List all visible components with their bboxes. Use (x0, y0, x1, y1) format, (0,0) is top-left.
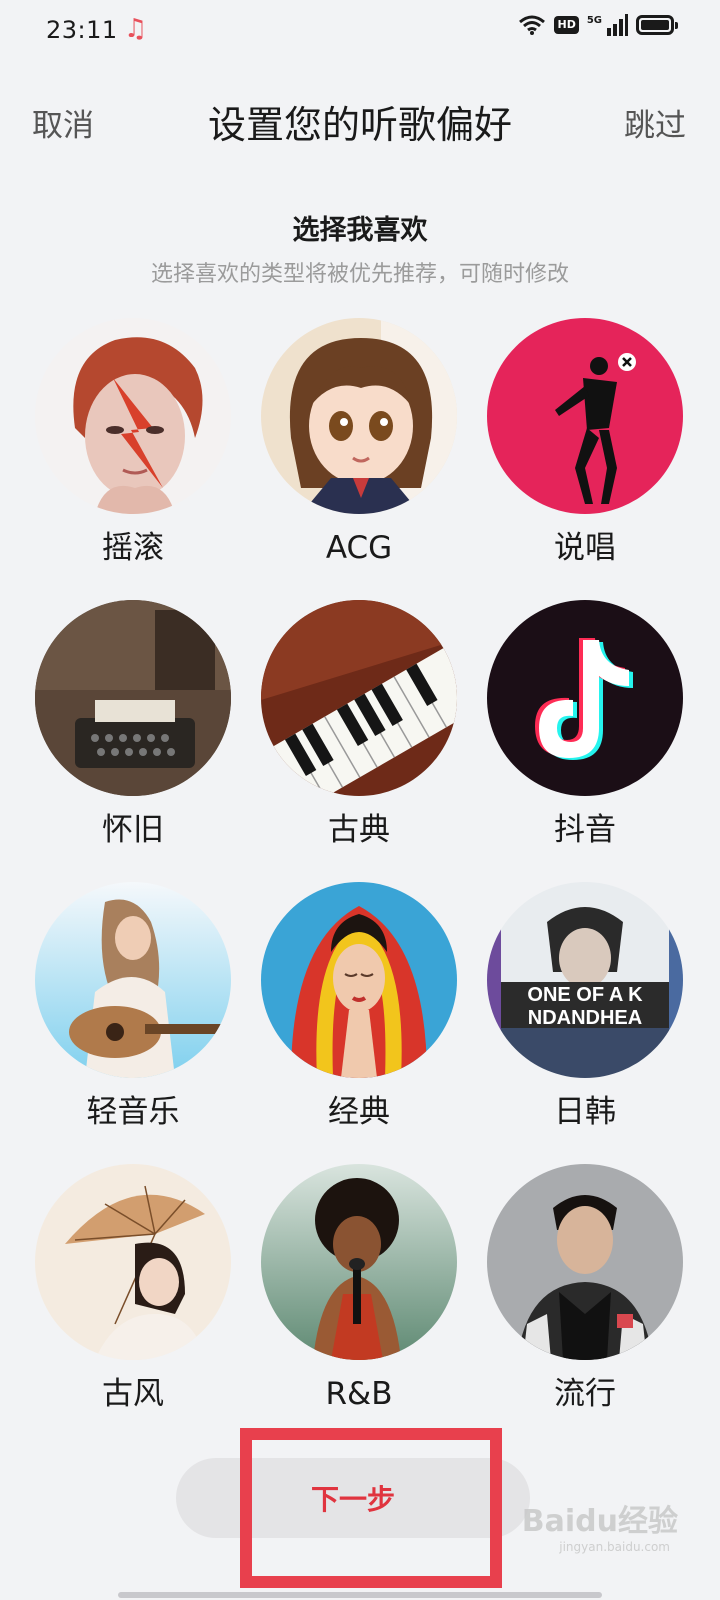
genre-cover-rock (35, 318, 231, 514)
status-time: 23:11 (46, 16, 118, 44)
genre-label: 说唱 (554, 530, 616, 566)
genre-label: R&B (325, 1376, 393, 1412)
genre-label: 怀旧 (102, 812, 164, 848)
genre-label: 经典 (328, 1094, 390, 1130)
genre-item-jk[interactable]: ONE OF A K NDANDHEA 日韩 (472, 882, 698, 1130)
genre-cover-acg (261, 318, 457, 514)
genre-cover-ancient-style (35, 1164, 231, 1360)
genre-item-douyin[interactable]: 抖音 (472, 600, 698, 848)
genre-cover-nostalgia (35, 600, 231, 796)
genre-cover-douyin (487, 600, 683, 796)
genre-item-acg[interactable]: ACG (246, 318, 472, 566)
wifi-icon (519, 15, 546, 35)
signal-icon (607, 14, 628, 36)
genre-item-pop[interactable]: 流行 (472, 1164, 698, 1412)
genre-label: 古风 (102, 1376, 164, 1412)
status-icons: HD 5G (518, 14, 678, 36)
music-note-icon: ♫ (124, 14, 148, 44)
genre-cover-rap (487, 318, 683, 514)
genre-item-light-music[interactable]: 轻音乐 (20, 882, 246, 1130)
genre-item-classic[interactable]: 经典 (246, 882, 472, 1130)
genre-cover-jk: ONE OF A K NDANDHEA (487, 882, 683, 1078)
baidu-watermark-url: jingyan.baidu.com (559, 1540, 670, 1554)
network-label: 5G (586, 14, 602, 26)
battery-icon (636, 15, 678, 35)
genre-item-rnb[interactable]: R&B (246, 1164, 472, 1412)
genre-item-rock[interactable]: 摇滚 (20, 318, 246, 566)
skip-button[interactable]: 跳过 (624, 100, 686, 145)
hd-badge: HD (554, 16, 579, 34)
genre-cover-light-music (35, 882, 231, 1078)
svg-text:ONE OF A K: ONE OF A K (527, 984, 643, 1006)
genre-cover-classic (261, 882, 457, 1078)
header: 取消 设置您的听歌偏好 跳过 (0, 86, 720, 156)
section-title: 选择我喜欢 (292, 215, 428, 246)
genre-label: 轻音乐 (86, 1094, 180, 1130)
genre-cover-classical (261, 600, 457, 796)
genre-label: 流行 (554, 1376, 616, 1412)
genre-label: 日韩 (554, 1094, 616, 1130)
genre-grid: 摇滚 ACG 说唱 怀旧 古典 抖音 轻音乐 经典 ONE OF A K NDA… (20, 318, 700, 1412)
genre-cover-pop (487, 1164, 683, 1360)
svg-text:NDANDHEA: NDANDHEA (528, 1007, 642, 1029)
genre-item-ancient-style[interactable]: 古风 (20, 1164, 246, 1412)
highlight-box (240, 1428, 502, 1588)
genre-cover-rnb (261, 1164, 457, 1360)
genre-label: 摇滚 (102, 530, 164, 566)
baidu-watermark: Baidu经验 (521, 1504, 678, 1539)
genre-item-nostalgia[interactable]: 怀旧 (20, 600, 246, 848)
genre-item-classical[interactable]: 古典 (246, 600, 472, 848)
genre-label: 古典 (328, 812, 390, 848)
genre-item-rap[interactable]: 说唱 (472, 318, 698, 566)
page-title: 设置您的听歌偏好 (207, 103, 512, 147)
home-indicator[interactable] (118, 1592, 602, 1598)
section-subtitle: 选择喜欢的类型将被优先推荐，可随时修改 (150, 262, 569, 287)
status-bar: 23:11 ♫ HD 5G (0, 0, 720, 64)
genre-label: 抖音 (554, 812, 616, 848)
genre-label: ACG (325, 530, 393, 566)
